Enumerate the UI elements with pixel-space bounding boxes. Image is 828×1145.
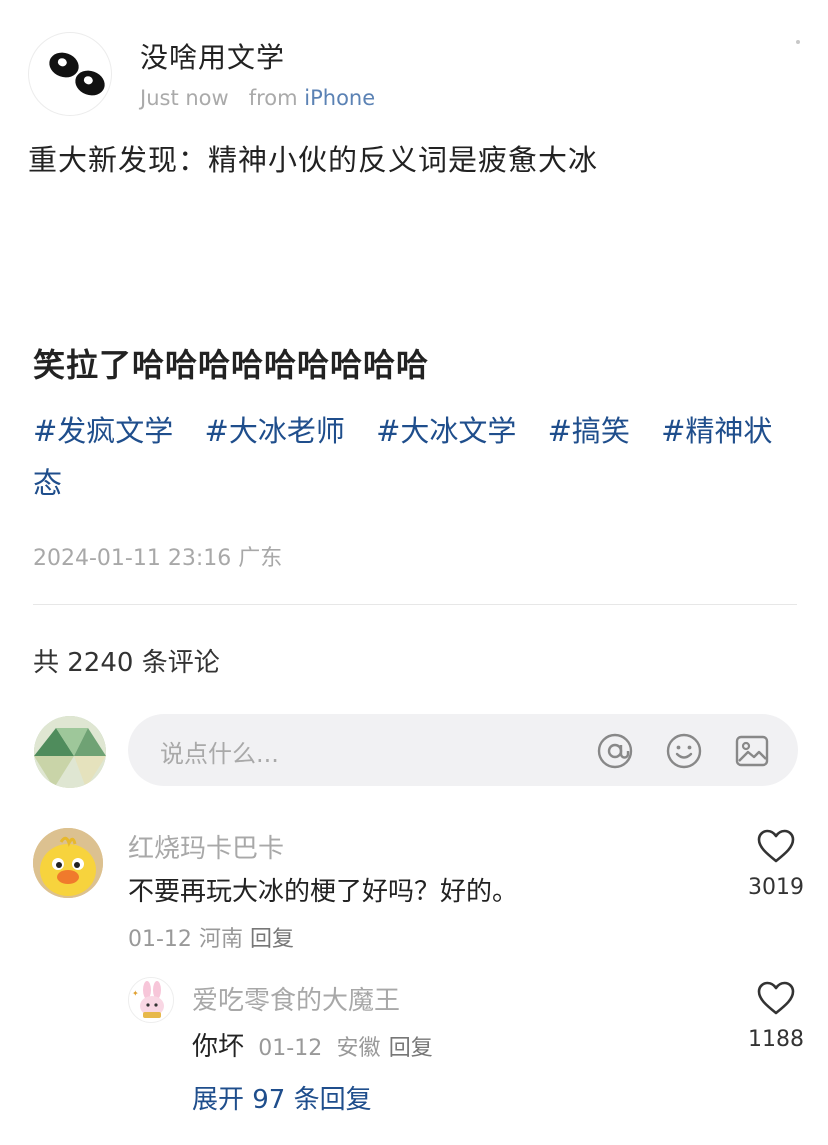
current-user-avatar[interactable] <box>34 716 106 788</box>
post-timestamp: 2024-01-11 23:16 广东 <box>33 546 283 571</box>
reply-button[interactable]: 回复 <box>250 927 294 952</box>
comment-meta: 01-12 河南 回复 <box>128 921 294 953</box>
comment-text: 你坏 <box>192 1032 245 1062</box>
tag-link[interactable]: #发疯文学 <box>33 414 173 448</box>
reply-line: 你坏 01-12 安徽 回复 <box>192 1026 433 1063</box>
post-time: Just now <box>140 86 229 110</box>
more-icon[interactable] <box>796 40 800 44</box>
reply-button[interactable]: 回复 <box>389 1036 433 1061</box>
comment-text: 不要再玩大冰的梗了好吗？好的。 <box>128 877 519 907</box>
like-count: 3019 <box>748 875 804 900</box>
svg-text:✦: ✦ <box>132 989 139 998</box>
comment-input-placeholder: 说点什么... <box>160 740 279 768</box>
expand-replies-link[interactable]: 展开 97 条回复 <box>192 1079 372 1116</box>
comment-count: 共 2240 条评论 <box>33 648 220 678</box>
heart-icon[interactable] <box>756 828 796 864</box>
commenter-avatar[interactable]: ✦ <box>128 977 174 1023</box>
tag-link[interactable]: #大冰文学 <box>376 414 516 448</box>
post-tags: #发疯文学 #大冰老师 #大冰文学 #搞笑 #精神状态 <box>33 405 803 509</box>
divider <box>33 604 797 605</box>
author-name[interactable]: 没啥用文学 <box>140 36 285 76</box>
duck-avatar-art <box>33 828 103 898</box>
post-detail-page: 没啥用文学 Just now from iPhone 重大新发现：精神小伙的反义… <box>0 0 828 1145</box>
commenter-avatar[interactable] <box>33 828 103 898</box>
comment-location: 河南 <box>198 927 243 952</box>
author-avatar[interactable] <box>28 32 112 116</box>
post-title: 笑拉了哈哈哈哈哈哈哈哈哈 <box>33 346 430 384</box>
comment-input[interactable]: 说点什么... <box>128 714 798 786</box>
image-icon[interactable] <box>733 732 771 770</box>
post-device: iPhone <box>304 86 376 110</box>
like-count: 1188 <box>748 1027 804 1052</box>
commenter-name[interactable]: 红烧玛卡巴卡 <box>128 828 284 865</box>
at-icon[interactable] <box>596 732 634 770</box>
tag-link[interactable]: #搞笑 <box>548 414 630 448</box>
heart-icon[interactable] <box>756 980 796 1016</box>
commenter-name[interactable]: 爱吃零食的大魔王 <box>192 980 400 1017</box>
avatar-art <box>34 716 106 788</box>
post-header: 没啥用文学 Just now from iPhone <box>28 30 808 116</box>
comment-date: 01-12 <box>258 1036 323 1061</box>
post-from-label: from <box>248 86 298 110</box>
comment-location: 安徽 <box>336 1036 381 1061</box>
comment-date: 01-12 <box>128 927 192 952</box>
post-text: 重大新发现：精神小伙的反义词是疲惫大冰 <box>28 143 599 177</box>
emoji-icon[interactable] <box>665 732 703 770</box>
post-meta: Just now from iPhone <box>140 86 375 110</box>
tag-link[interactable]: #大冰老师 <box>205 414 345 448</box>
bunny-avatar-art: ✦ <box>129 978 173 1022</box>
